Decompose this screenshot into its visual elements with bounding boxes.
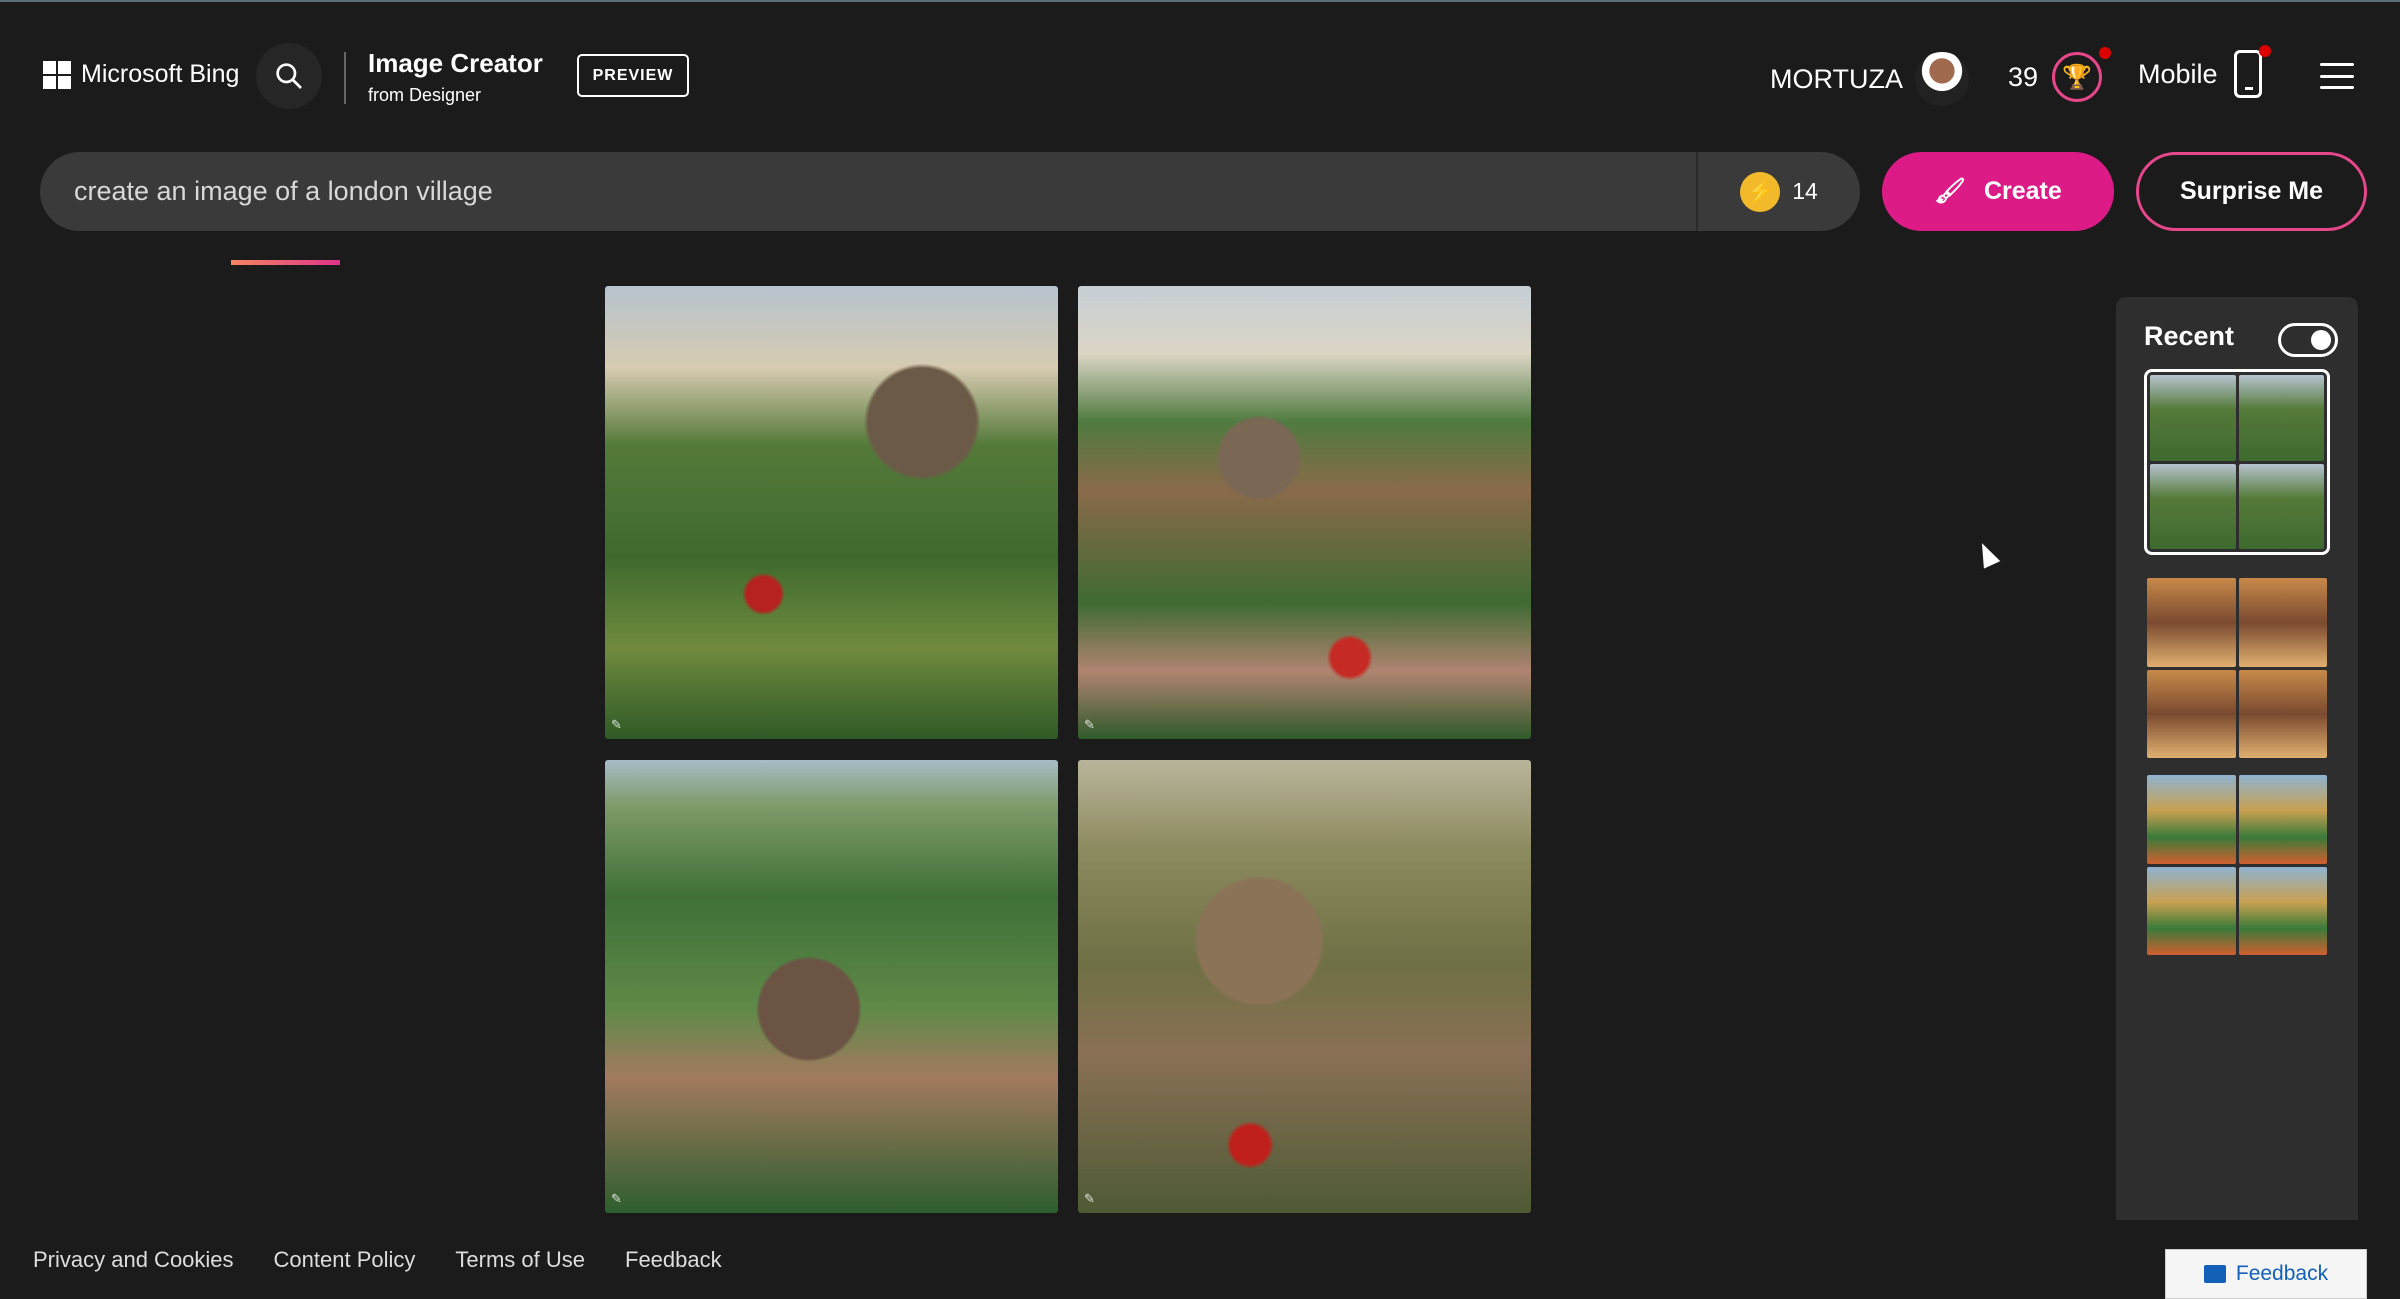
footer-link-content-policy[interactable]: Content Policy	[274, 1247, 416, 1273]
header-divider	[344, 52, 346, 104]
designer-watermark-icon: ✎	[1084, 1191, 1095, 1206]
bing-logo[interactable]: Microsoft Bing	[43, 60, 239, 89]
footer-link-privacy[interactable]: Privacy and Cookies	[33, 1247, 234, 1273]
footer-link-terms[interactable]: Terms of Use	[455, 1247, 585, 1273]
feedback-button[interactable]: Feedback	[2165, 1249, 2367, 1299]
footer: Privacy and Cookies Content Policy Terms…	[0, 1220, 2400, 1299]
create-label: Create	[1983, 177, 2062, 205]
result-image[interactable]: ✎	[1078, 760, 1531, 1213]
mouse-cursor-icon	[1973, 539, 2001, 569]
designer-watermark-icon: ✎	[611, 1191, 622, 1206]
brush-sparkle-icon: 🖌	[1934, 177, 1966, 205]
recent-thumbnail[interactable]	[2144, 369, 2330, 555]
preview-badge: PREVIEW	[577, 54, 689, 97]
feedback-label: Feedback	[2235, 1262, 2329, 1285]
recent-thumbnail[interactable]	[2144, 772, 2330, 958]
footer-link-feedback[interactable]: Feedback	[625, 1247, 722, 1273]
recent-title: Recent	[2144, 321, 2235, 351]
avatar	[1915, 52, 1969, 106]
boosts-count: 14	[1792, 178, 1818, 204]
loading-indicator	[231, 260, 340, 265]
result-image[interactable]: ✎	[605, 286, 1058, 739]
app-title[interactable]: Image Creator from Designer	[368, 48, 543, 106]
notification-dot	[2099, 47, 2112, 59]
window-top-border	[0, 0, 2400, 2]
surprise-me-button[interactable]: Surprise Me	[2136, 152, 2367, 231]
brand-label: Microsoft Bing	[81, 60, 240, 88]
trophy-icon: 🏆	[2052, 47, 2112, 102]
lightning-coin-icon: ⚡	[1740, 171, 1781, 212]
user-profile[interactable]: MORTUZA	[1770, 52, 1969, 106]
boosts-counter[interactable]: ⚡ 14	[1696, 152, 1860, 231]
result-image[interactable]: ✎	[605, 760, 1058, 1213]
designer-watermark-icon: ✎	[1084, 717, 1095, 732]
recent-thumbnail[interactable]	[2144, 575, 2330, 761]
rewards-points: 39	[2008, 61, 2039, 92]
phone-icon	[2233, 45, 2271, 98]
page-title: Image Creator	[368, 48, 543, 78]
search-button[interactable]	[256, 43, 322, 109]
username: MORTUZA	[1770, 63, 1903, 94]
mobile-link[interactable]: Mobile	[2138, 45, 2271, 98]
rewards[interactable]: 39 🏆	[2008, 47, 2112, 102]
chat-bubble-icon	[2203, 1265, 2226, 1283]
prompt-bar: ⚡ 14	[40, 152, 1860, 231]
create-button[interactable]: 🖌 Create	[1882, 152, 2114, 231]
search-icon	[276, 63, 302, 89]
windows-logo-icon	[43, 60, 71, 89]
notification-dot	[2258, 45, 2271, 57]
prompt-input[interactable]	[40, 176, 1696, 207]
recent-panel: Recent	[2116, 297, 2358, 1220]
recent-toggle[interactable]	[2278, 323, 2338, 357]
mobile-label: Mobile	[2138, 58, 2218, 89]
page-subtitle: from Designer	[368, 85, 482, 105]
result-image[interactable]: ✎	[1078, 286, 1531, 739]
hamburger-menu-icon[interactable]	[2320, 63, 2354, 89]
designer-watermark-icon: ✎	[611, 717, 622, 732]
